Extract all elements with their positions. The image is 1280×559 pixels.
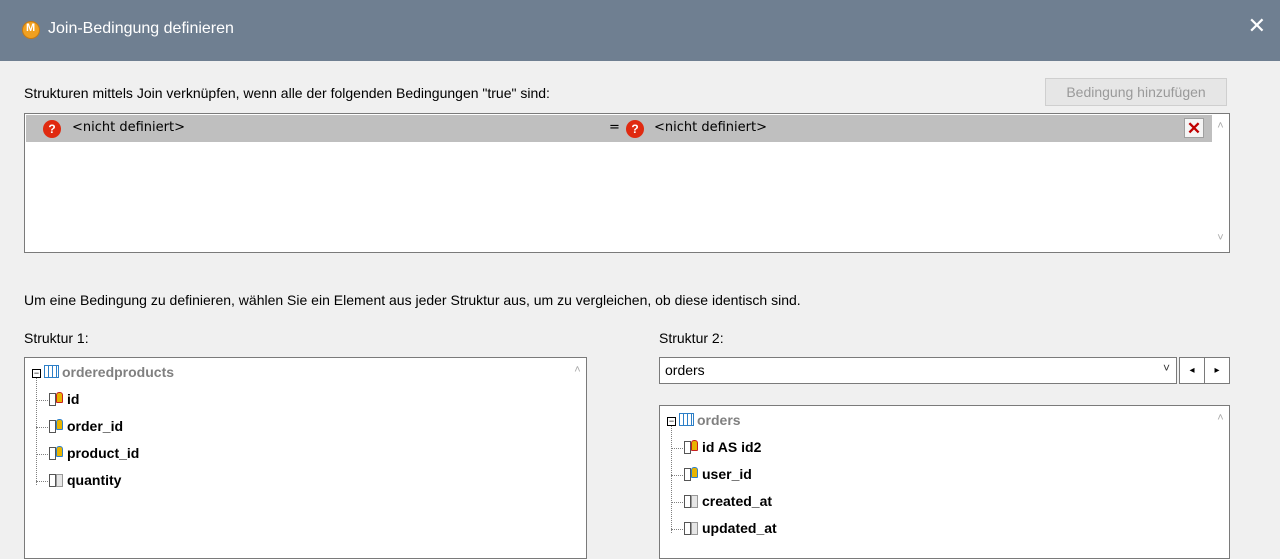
dialog-body: Strukturen mittels Join verknüpfen, wenn… [10, 61, 1270, 559]
tree-node-id[interactable]: id [67, 389, 79, 409]
column-icon [684, 522, 691, 535]
scroll-down-icon[interactable]: ˅ [1215, 232, 1226, 244]
structure1-tree[interactable]: − orderedproducts id order_id product_id… [24, 357, 587, 559]
structure1-scrollbar[interactable]: ˄ [569, 358, 586, 558]
scroll-up-icon[interactable]: ˄ [1215, 120, 1226, 132]
tree-node-id-as-id2[interactable]: id AS id2 [702, 437, 761, 457]
scroll-up-icon[interactable]: ˄ [572, 364, 583, 376]
undefined-warning-icon: ? [626, 120, 644, 138]
tree-node-user-id[interactable]: user_id [702, 464, 752, 484]
undefined-warning-icon: ? [43, 120, 61, 138]
add-condition-button[interactable]: Bedingung hinzufügen [1045, 78, 1227, 106]
column-icon [49, 474, 56, 487]
previous-arrow-button[interactable]: ◂ [1179, 357, 1205, 384]
foreign-key-icon [691, 467, 698, 478]
column-icon [691, 522, 698, 535]
tree-node-updated-at[interactable]: updated_at [702, 518, 777, 538]
conditions-instruction: Strukturen mittels Join verknüpfen, wenn… [24, 85, 550, 101]
structure2-tree[interactable]: − orders id AS id2 user_id created_at up… [659, 405, 1230, 559]
foreign-key-icon [56, 419, 63, 430]
condition-left-value[interactable]: <nicht definiert> [72, 120, 185, 135]
hint-text: Um eine Bedingung zu definieren, wählen … [24, 292, 801, 308]
column-icon [684, 495, 691, 508]
column-icon [49, 393, 56, 406]
scroll-up-icon[interactable]: ˄ [1215, 412, 1226, 424]
structure2-scrollbar[interactable]: ˄ [1212, 406, 1229, 558]
condition-list-scrollbar[interactable]: ˄ ˅ [1212, 114, 1229, 252]
tree-node-order-id[interactable]: order_id [67, 416, 123, 436]
condition-row[interactable]: ? <nicht definiert> = ? <nicht definiert… [26, 115, 1212, 142]
condition-operator: = [609, 120, 620, 135]
structure2-label: Struktur 2: [659, 330, 724, 346]
tree-node-created-at[interactable]: created_at [702, 491, 772, 511]
condition-list[interactable]: ? <nicht definiert> = ? <nicht definiert… [24, 113, 1230, 253]
table-icon [44, 365, 59, 378]
collapse-icon[interactable]: − [667, 417, 676, 426]
column-icon [691, 495, 698, 508]
tree-root-orders[interactable]: orders [697, 410, 741, 430]
column-icon [56, 474, 63, 487]
primary-key-icon [691, 440, 698, 451]
structure2-selected-value: orders [665, 362, 705, 378]
tree-root-orderedproducts[interactable]: orderedproducts [62, 362, 174, 382]
column-icon [49, 420, 56, 433]
table-icon [679, 413, 694, 426]
title-bar: Join-Bedingung definieren ✕ [0, 0, 1280, 61]
column-icon [49, 447, 56, 460]
column-icon [684, 441, 691, 454]
tree-node-quantity[interactable]: quantity [67, 470, 121, 490]
structure2-select[interactable]: orders ˅ [659, 357, 1177, 384]
primary-key-icon [56, 392, 63, 403]
chevron-down-icon[interactable]: ˅ [1163, 361, 1170, 375]
delete-condition-button[interactable]: ✕ [1184, 118, 1204, 138]
next-arrow-button[interactable]: ▸ [1204, 357, 1230, 384]
window-title: Join-Bedingung definieren [48, 20, 234, 37]
app-logo-icon [22, 21, 40, 39]
tree-node-product-id[interactable]: product_id [67, 443, 139, 463]
condition-right-value[interactable]: <nicht definiert> [654, 120, 767, 135]
collapse-icon[interactable]: − [32, 369, 41, 378]
foreign-key-icon [56, 446, 63, 457]
column-icon [684, 468, 691, 481]
structure1-label: Struktur 1: [24, 330, 89, 346]
close-icon[interactable]: ✕ [1248, 14, 1266, 38]
